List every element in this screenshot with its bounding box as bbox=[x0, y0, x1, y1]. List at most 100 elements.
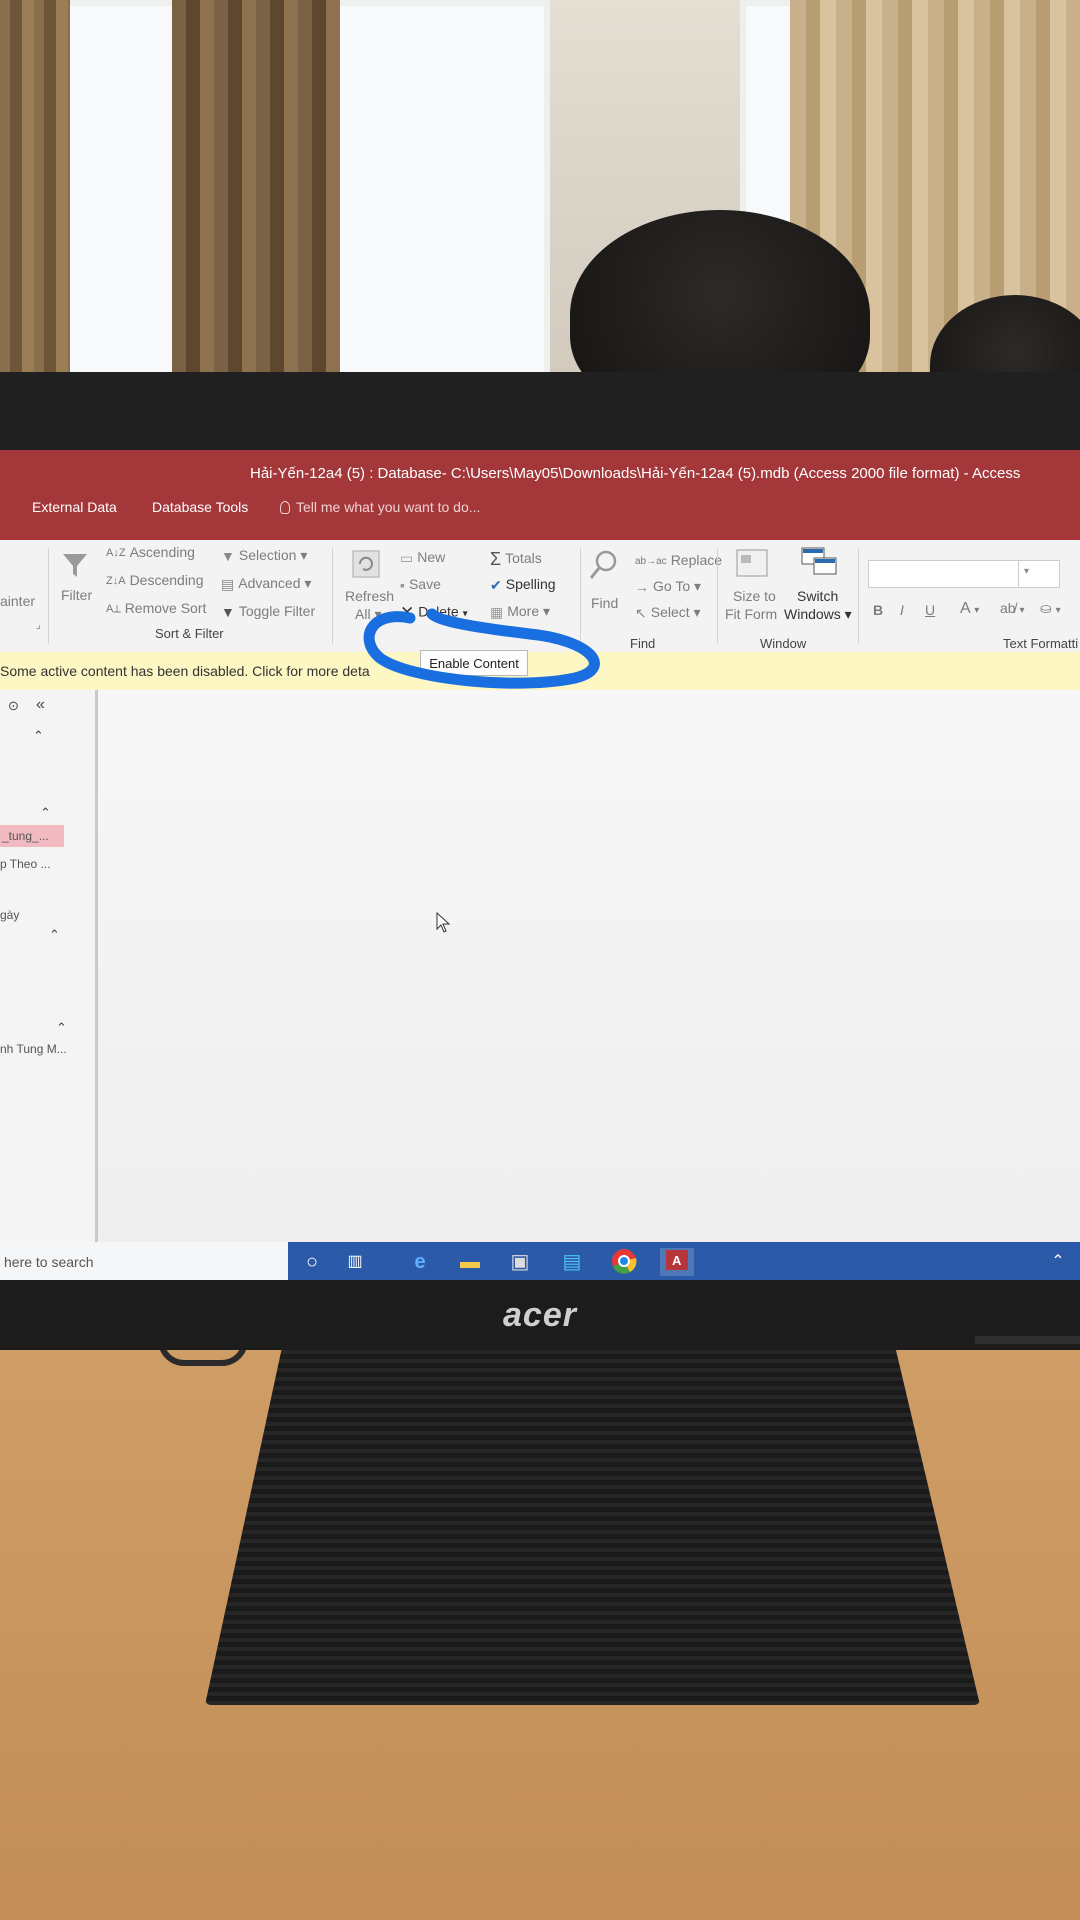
monitor-bezel-top bbox=[0, 372, 1080, 450]
sort-descending-icon: Z↓A bbox=[106, 575, 126, 588]
edge-icon[interactable]: e bbox=[406, 1248, 434, 1276]
chevron-up-icon[interactable]: ⌃ bbox=[33, 728, 44, 744]
selection-label: Selection bbox=[238, 547, 297, 563]
font-size-box[interactable]: ▾ bbox=[1018, 560, 1060, 588]
new-record-button[interactable]: ▭ New bbox=[400, 549, 445, 567]
spelling-check-icon: ✔ bbox=[490, 576, 502, 593]
security-warning-text[interactable]: Some active content has been disabled. C… bbox=[0, 663, 370, 679]
switch-windows-label-1: Switch bbox=[797, 588, 839, 604]
switch-windows-icon bbox=[801, 547, 837, 575]
find-button[interactable] bbox=[588, 548, 620, 587]
text-formatting-group-label: Text Formatti bbox=[1003, 636, 1079, 651]
descending-label: Descending bbox=[129, 572, 204, 588]
select-label: Select bbox=[650, 604, 690, 620]
size-to-fit-button[interactable] bbox=[735, 548, 769, 583]
tab-database-tools[interactable]: Database Tools bbox=[152, 499, 248, 515]
access-app-icon[interactable]: A bbox=[660, 1248, 694, 1276]
window-group-label: Window bbox=[760, 636, 807, 651]
chevron-up-icon[interactable]: ⌃ bbox=[49, 927, 60, 943]
chevron-up-icon[interactable]: ⌃ bbox=[40, 805, 51, 821]
size-to-fit-label-1: Size to bbox=[733, 588, 776, 604]
go-to-button[interactable]: → Go To ▾ bbox=[635, 578, 701, 595]
separator bbox=[717, 548, 718, 644]
ascending-button[interactable]: A↓Z Ascending bbox=[106, 544, 195, 560]
chrome-icon[interactable] bbox=[610, 1248, 638, 1276]
hand-drawn-circle-annotation bbox=[363, 608, 600, 689]
sort-filter-group-label: Sort & Filter bbox=[155, 626, 224, 641]
new-record-icon: ▭ bbox=[400, 549, 414, 566]
room-background bbox=[0, 0, 1080, 420]
nav-item[interactable]: nh Tung M... bbox=[0, 1042, 67, 1056]
advanced-button[interactable]: ▤ Advanced ▾ bbox=[221, 575, 311, 593]
switch-windows-label-2: Windows ▾ bbox=[784, 606, 852, 622]
taskbar-search-box[interactable]: here to search bbox=[0, 1242, 289, 1280]
cortana-icon[interactable]: ○ bbox=[298, 1248, 326, 1276]
new-label: New bbox=[417, 549, 446, 565]
remove-sort-button[interactable]: A⟂ Remove Sort bbox=[106, 600, 206, 616]
toggle-filter-button[interactable]: ▼ Toggle Filter bbox=[221, 603, 315, 620]
switch-windows-button[interactable] bbox=[800, 546, 840, 583]
mouse-pointer-icon bbox=[436, 912, 451, 933]
chevron-up-icon[interactable]: ⌃ bbox=[56, 1020, 67, 1036]
spelling-button[interactable]: ✔ Spelling bbox=[490, 576, 556, 594]
totals-button[interactable]: Σ Totals bbox=[490, 549, 542, 570]
nav-options-icon[interactable]: ⊙ bbox=[8, 698, 19, 714]
selection-button[interactable]: ▼ Selection ▾ bbox=[221, 547, 307, 564]
font-name-box[interactable] bbox=[868, 560, 1035, 588]
document-workspace[interactable] bbox=[98, 690, 1080, 1260]
font-color-label: A bbox=[960, 600, 970, 617]
nav-item[interactable]: _tung_... bbox=[2, 829, 49, 843]
title-bar: Hải-Yến-12a4 (5) : Database- C:\Users\Ma… bbox=[0, 450, 1080, 540]
curtain bbox=[172, 0, 340, 420]
taskbar-icons-strip: ○ ▥ e ▬ ▣ ▤ A ⌃ bbox=[288, 1242, 1080, 1280]
go-to-label: Go To bbox=[653, 578, 691, 594]
remove-sort-icon: A⟂ bbox=[106, 602, 121, 615]
replace-button[interactable]: ab→ac Replace bbox=[635, 552, 722, 568]
refresh-all-button[interactable] bbox=[350, 548, 382, 585]
fill-color-button[interactable]: ⛀ ▾ bbox=[1040, 600, 1061, 617]
size-to-fit-label-2: Fit Form bbox=[725, 606, 778, 622]
separator bbox=[48, 548, 49, 644]
font-color-button[interactable]: A ▾ bbox=[960, 600, 979, 618]
tab-external-data[interactable]: External Data bbox=[32, 499, 117, 515]
show-hidden-icons-chevron-icon[interactable]: ⌃ bbox=[1044, 1248, 1072, 1276]
ascending-label: Ascending bbox=[129, 544, 195, 560]
filter-label[interactable]: Filter bbox=[61, 587, 92, 603]
find-group-label: Find bbox=[630, 636, 656, 651]
underline-button[interactable]: U bbox=[925, 602, 935, 618]
tell-me-text: Tell me what you want to do... bbox=[296, 499, 481, 515]
format-painter-label[interactable]: ainter bbox=[0, 593, 35, 609]
navigation-pane: ⊙ « ⌃ ⌃ _tung_... p Theo ... gày ⌃ ⌃ nh … bbox=[0, 690, 98, 1260]
arrow-right-icon: → bbox=[635, 579, 649, 596]
save-record-button[interactable]: ▪ Save bbox=[400, 576, 441, 593]
save-icon: ▪ bbox=[400, 577, 405, 594]
advanced-label: Advanced bbox=[238, 575, 301, 591]
italic-button[interactable]: I bbox=[900, 602, 904, 618]
file-explorer-icon[interactable]: ▬ bbox=[456, 1248, 484, 1276]
task-view-icon[interactable]: ▥ bbox=[341, 1248, 369, 1276]
remove-sort-label: Remove Sort bbox=[124, 600, 207, 616]
advanced-filter-icon: ▤ bbox=[221, 575, 235, 592]
nav-item[interactable]: p Theo ... bbox=[0, 857, 50, 871]
taskbar: here to search ○ ▥ e ▬ ▣ ▤ A ⌃ bbox=[0, 1242, 1080, 1280]
store-icon[interactable]: ▣ bbox=[506, 1248, 534, 1276]
collapse-pane-icon[interactable]: « bbox=[36, 696, 45, 714]
toggle-filter-icon: ▼ bbox=[221, 604, 235, 621]
size-to-fit-icon bbox=[736, 549, 768, 577]
nav-item[interactable]: gày bbox=[0, 908, 19, 922]
totals-label: Totals bbox=[505, 550, 542, 567]
chevron-down-icon: ▾ bbox=[1055, 605, 1061, 616]
highlight-button[interactable]: ab̸ ▾ bbox=[1000, 600, 1025, 616]
mail-icon[interactable]: ▤ bbox=[558, 1248, 586, 1276]
monitor-stand-base bbox=[205, 1345, 980, 1705]
tell-me-box[interactable]: Tell me what you want to do... bbox=[280, 499, 480, 515]
sort-ascending-icon: A↓Z bbox=[106, 547, 126, 560]
descending-button[interactable]: Z↓A Descending bbox=[106, 572, 204, 588]
bold-button[interactable]: B bbox=[873, 602, 883, 618]
filter-button[interactable] bbox=[60, 550, 90, 580]
separator bbox=[332, 548, 333, 644]
toggle-filter-label: Toggle Filter bbox=[238, 603, 316, 619]
taskbar-search-placeholder: here to search bbox=[4, 1254, 94, 1270]
dialog-launcher-icon[interactable]: ⌟ bbox=[36, 620, 41, 631]
select-button[interactable]: ↖ Select ▾ bbox=[635, 604, 701, 622]
